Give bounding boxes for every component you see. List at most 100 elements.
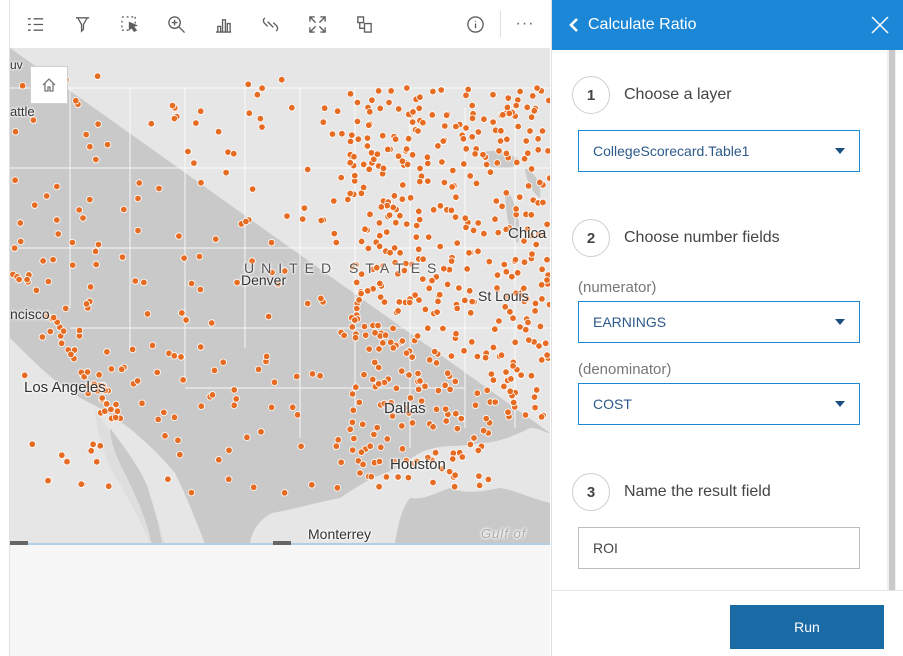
college-point[interactable] bbox=[10, 244, 19, 252]
college-point[interactable] bbox=[385, 98, 393, 107]
college-point[interactable] bbox=[489, 343, 498, 352]
college-point[interactable] bbox=[424, 324, 432, 332]
college-point[interactable] bbox=[154, 415, 162, 424]
college-point[interactable] bbox=[357, 448, 366, 456]
college-point[interactable] bbox=[459, 135, 468, 143]
college-point[interactable] bbox=[379, 131, 387, 140]
college-point[interactable] bbox=[160, 408, 168, 417]
college-point[interactable] bbox=[431, 449, 440, 457]
college-point[interactable] bbox=[258, 84, 266, 92]
college-point[interactable] bbox=[500, 382, 508, 391]
college-point[interactable] bbox=[348, 418, 357, 426]
college-point[interactable] bbox=[338, 129, 346, 138]
college-point[interactable] bbox=[423, 153, 432, 161]
college-point[interactable] bbox=[346, 158, 354, 167]
college-point[interactable] bbox=[153, 368, 161, 377]
college-point[interactable] bbox=[468, 101, 476, 110]
college-point[interactable] bbox=[330, 229, 338, 238]
college-point[interactable] bbox=[532, 240, 540, 249]
college-point[interactable] bbox=[359, 420, 367, 428]
college-point[interactable] bbox=[365, 121, 373, 129]
college-point[interactable] bbox=[355, 296, 363, 304]
college-point[interactable] bbox=[425, 233, 433, 241]
college-point[interactable] bbox=[474, 128, 483, 136]
college-point[interactable] bbox=[447, 206, 456, 214]
college-point[interactable] bbox=[482, 414, 490, 423]
college-point[interactable] bbox=[466, 440, 475, 449]
college-point[interactable] bbox=[366, 108, 374, 116]
college-point[interactable] bbox=[480, 115, 488, 123]
college-point[interactable] bbox=[506, 387, 514, 395]
college-point[interactable] bbox=[440, 178, 449, 187]
college-point[interactable] bbox=[54, 230, 62, 238]
college-point[interactable] bbox=[289, 403, 297, 411]
college-point[interactable] bbox=[461, 214, 469, 222]
college-point[interactable] bbox=[262, 352, 271, 361]
college-point[interactable] bbox=[429, 87, 437, 96]
college-point[interactable] bbox=[539, 198, 547, 207]
college-point[interactable] bbox=[507, 375, 515, 383]
college-point[interactable] bbox=[131, 277, 139, 285]
college-point[interactable] bbox=[332, 238, 340, 247]
college-point[interactable] bbox=[46, 327, 54, 336]
college-point[interactable] bbox=[359, 183, 368, 192]
college-point[interactable] bbox=[367, 149, 376, 157]
college-point[interactable] bbox=[471, 401, 480, 409]
college-point[interactable] bbox=[439, 137, 447, 145]
legend-list-icon[interactable] bbox=[16, 9, 54, 39]
college-point[interactable] bbox=[224, 475, 233, 483]
college-point[interactable] bbox=[389, 324, 397, 333]
college-point[interactable] bbox=[360, 160, 368, 169]
college-point[interactable] bbox=[233, 278, 241, 287]
link-icon[interactable] bbox=[251, 9, 289, 39]
college-point[interactable] bbox=[147, 119, 155, 128]
college-point[interactable] bbox=[516, 323, 524, 331]
college-point[interactable] bbox=[67, 350, 75, 359]
college-point[interactable] bbox=[474, 247, 482, 255]
college-point[interactable] bbox=[330, 197, 338, 205]
college-point[interactable] bbox=[148, 341, 157, 350]
college-point[interactable] bbox=[404, 134, 413, 143]
college-point[interactable] bbox=[360, 322, 369, 331]
college-point[interactable] bbox=[140, 278, 148, 287]
college-point[interactable] bbox=[128, 345, 137, 354]
college-point[interactable] bbox=[389, 203, 397, 212]
college-point[interactable] bbox=[524, 318, 532, 327]
college-point[interactable] bbox=[373, 423, 381, 432]
college-point[interactable] bbox=[375, 219, 384, 227]
college-point[interactable] bbox=[107, 365, 116, 373]
college-point[interactable] bbox=[38, 333, 47, 341]
college-point[interactable] bbox=[357, 237, 366, 246]
college-point[interactable] bbox=[416, 215, 424, 224]
college-point[interactable] bbox=[44, 477, 52, 485]
college-point[interactable] bbox=[391, 135, 400, 143]
college-point[interactable] bbox=[493, 159, 501, 167]
college-point[interactable] bbox=[415, 296, 423, 304]
college-point[interactable] bbox=[364, 287, 372, 295]
college-point[interactable] bbox=[503, 135, 511, 143]
college-point[interactable] bbox=[219, 358, 227, 366]
college-point[interactable] bbox=[351, 171, 359, 180]
college-point[interactable] bbox=[382, 473, 391, 481]
college-point[interactable] bbox=[248, 185, 257, 193]
college-point[interactable] bbox=[354, 135, 362, 143]
college-point[interactable] bbox=[426, 356, 434, 364]
college-point[interactable] bbox=[428, 111, 436, 119]
college-point[interactable] bbox=[394, 473, 402, 481]
college-point[interactable] bbox=[451, 377, 459, 386]
college-point[interactable] bbox=[366, 210, 374, 218]
college-point[interactable] bbox=[364, 244, 373, 253]
college-point[interactable] bbox=[415, 207, 423, 215]
college-point[interactable] bbox=[468, 338, 476, 346]
college-point[interactable] bbox=[433, 308, 441, 316]
college-point[interactable] bbox=[267, 238, 276, 247]
college-point[interactable] bbox=[545, 96, 551, 105]
college-point[interactable] bbox=[357, 289, 365, 298]
college-point[interactable] bbox=[404, 473, 413, 482]
college-point[interactable] bbox=[187, 279, 196, 288]
college-point[interactable] bbox=[317, 216, 325, 225]
college-point[interactable] bbox=[544, 147, 550, 155]
college-point[interactable] bbox=[414, 369, 422, 378]
college-point[interactable] bbox=[328, 130, 337, 138]
college-point[interactable] bbox=[112, 400, 120, 409]
